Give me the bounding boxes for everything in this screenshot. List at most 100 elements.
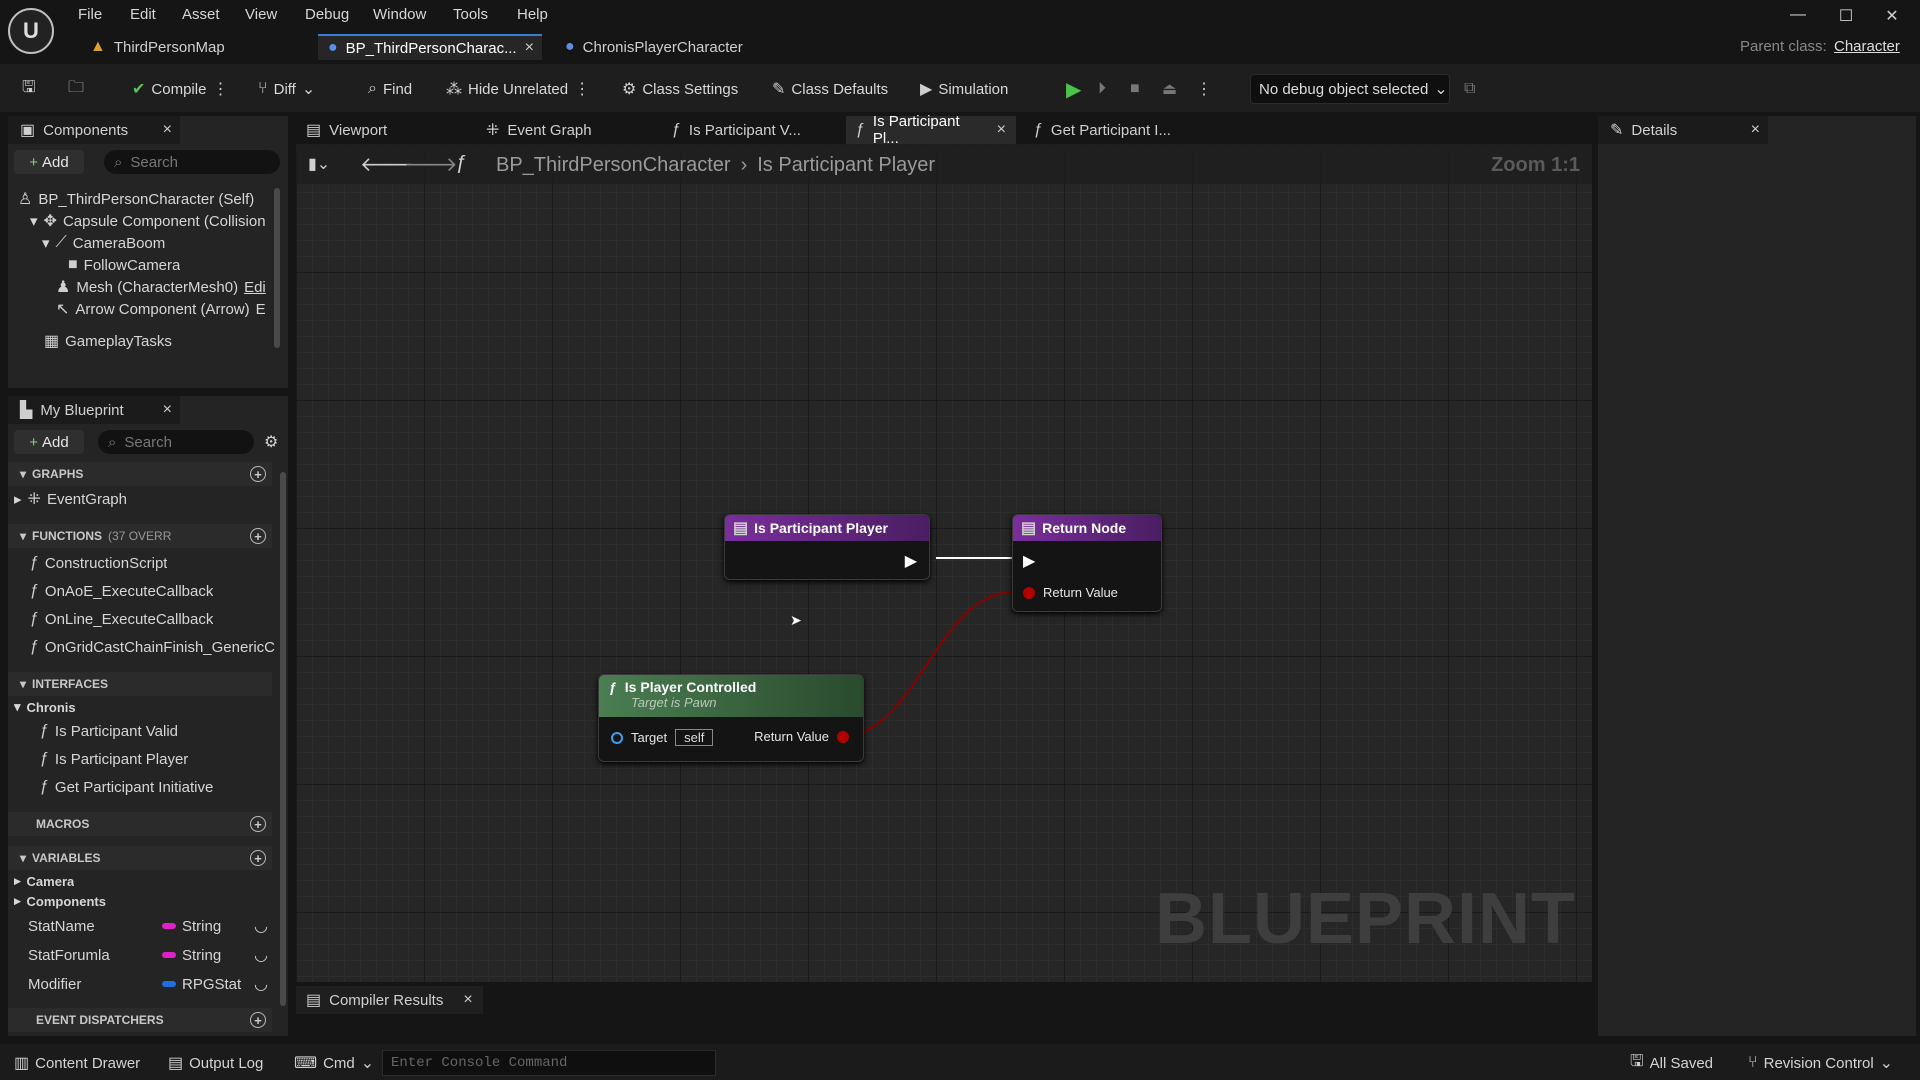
section-variables[interactable]: ▾ VARIABLES + <box>8 846 272 870</box>
tree-item-self[interactable]: ♙ BP_ThirdPersonCharacter (Self) <box>18 188 254 210</box>
return-value-pin[interactable]: Return Value <box>1023 585 1118 600</box>
step-icon[interactable]: ⏵ <box>1098 76 1106 102</box>
menu-tools[interactable]: Tools <box>453 6 488 23</box>
compile-button[interactable]: ✔ Compile ⋮ <box>132 76 228 102</box>
function-item[interactable]: ƒ OnLine_ExecuteCallback <box>30 608 213 630</box>
graph-canvas[interactable]: ▮⌄ 🡐 🡒 ƒ BP_ThirdPersonCharacter › Is Pa… <box>296 144 1592 982</box>
add-graph-icon[interactable]: + <box>250 466 266 482</box>
variable-row[interactable]: StatName String ◡ <box>28 914 278 938</box>
variable-row[interactable]: Modifier RPGStat ◡ <box>28 972 278 996</box>
node-entry[interactable]: ▤ Is Participant Player ▶ <box>724 514 930 580</box>
console-command-input[interactable]: Enter Console Command <box>382 1050 716 1076</box>
exec-in-pin-icon[interactable]: ▶ <box>1023 551 1035 571</box>
close-icon[interactable]: × <box>163 401 172 419</box>
section-event-dispatchers[interactable]: EVENT DISPATCHERS + <box>8 1008 272 1032</box>
tree-item-capsule[interactable]: ▾ ✥ Capsule Component (Collision <box>30 210 280 232</box>
node-return[interactable]: ▤ Return Node ▶ Return Value <box>1012 514 1162 612</box>
interface-item[interactable]: ƒ Is Participant Valid <box>40 720 178 742</box>
more-options-icon[interactable]: ⋮ <box>1196 76 1212 102</box>
section-macros[interactable]: MACROS + <box>8 812 272 836</box>
close-icon[interactable]: × <box>525 39 534 57</box>
hide-unrelated-button[interactable]: ⁂ Hide Unrelated ⋮ <box>446 76 590 102</box>
edit-link[interactable]: Edi <box>244 279 266 296</box>
add-member-button[interactable]: + Add <box>14 430 84 454</box>
minimize-icon[interactable]: — <box>1784 6 1812 26</box>
doc-tab-chronis[interactable]: ● ChronisPlayerCharacter <box>555 34 753 60</box>
node-is-player-controlled[interactable]: ƒ Is Player Controlled Target is Pawn Ta… <box>598 674 864 762</box>
add-dispatcher-icon[interactable]: + <box>250 1012 266 1028</box>
menu-asset[interactable]: Asset <box>182 6 220 23</box>
tab-event-graph[interactable]: ⁜ Event Graph <box>476 116 602 144</box>
output-log-button[interactable]: ▤ Output Log <box>168 1052 263 1074</box>
visibility-eye-icon[interactable]: ◡ <box>254 916 268 936</box>
details-tab[interactable]: ✎ Details × <box>1598 116 1768 144</box>
stop-icon[interactable]: ■ <box>1130 76 1140 102</box>
variable-group-camera[interactable]: ▸ Camera <box>14 870 74 892</box>
section-interfaces[interactable]: ▾ INTERFACES <box>8 672 272 696</box>
variable-row[interactable]: StatForumla String ◡ <box>28 943 278 967</box>
menu-help[interactable]: Help <box>517 6 548 23</box>
interface-item[interactable]: ƒ Is Participant Player <box>40 748 188 770</box>
add-macro-icon[interactable]: + <box>250 816 266 832</box>
find-button[interactable]: ⌕ Find <box>368 76 412 102</box>
doc-tab-map[interactable]: ▲ ThirdPersonMap <box>80 34 235 60</box>
debug-object-select[interactable]: No debug object selected ⌄ <box>1250 74 1450 104</box>
interface-item[interactable]: ƒ Get Participant Initiative <box>40 776 213 798</box>
menu-edit[interactable]: Edit <box>130 6 156 23</box>
class-settings-button[interactable]: ⚙ Class Settings <box>622 76 738 102</box>
graph-item-eventgraph[interactable]: ▸ ⁜ EventGraph <box>14 488 127 510</box>
tree-item-cameraboom[interactable]: ▾ ⟋ CameraBoom <box>42 232 165 254</box>
unreal-logo-icon[interactable]: U <box>8 8 54 54</box>
tab-is-participant-valid[interactable]: ƒ Is Participant V... <box>662 116 811 144</box>
eject-icon[interactable]: ⏏ <box>1162 76 1177 102</box>
browse-icon[interactable]: 🗀 <box>68 76 84 102</box>
menu-view[interactable]: View <box>245 6 277 23</box>
add-variable-icon[interactable]: + <box>250 850 266 866</box>
maximize-icon[interactable]: ☐ <box>1832 6 1860 26</box>
function-item[interactable]: ƒ OnGridCastChainFinish_GenericC <box>30 636 280 658</box>
class-defaults-button[interactable]: ✎ Class Defaults <box>772 76 888 102</box>
tree-item-mesh[interactable]: ♟ Mesh (CharacterMesh0) Edi <box>56 276 280 298</box>
play-icon[interactable]: ▶ <box>1066 76 1081 102</box>
compiler-results-tab[interactable]: ▤ Compiler Results × <box>296 986 483 1014</box>
all-saved-button[interactable]: 🖫 All Saved <box>1630 1052 1713 1074</box>
tab-viewport[interactable]: ▤ Viewport <box>296 116 397 144</box>
debug-filter-icon[interactable]: ⧉ <box>1464 76 1475 102</box>
interface-group[interactable]: ▾ Chronis <box>14 696 76 718</box>
edit-link[interactable]: E <box>256 301 266 318</box>
tree-item-gameplaytasks[interactable]: ▦ GameplayTasks <box>44 330 172 352</box>
add-function-icon[interactable]: + <box>250 528 266 544</box>
save-icon[interactable]: 🖫 <box>22 76 36 102</box>
menu-debug[interactable]: Debug <box>305 6 349 23</box>
function-item[interactable]: ƒ ConstructionScript <box>30 552 167 574</box>
cmd-dropdown[interactable]: ⌨ Cmd ⌄ <box>294 1052 374 1074</box>
blueprint-search-input[interactable]: ⌕ Search <box>98 430 254 454</box>
function-item[interactable]: ƒ OnAoE_ExecuteCallback <box>30 580 213 602</box>
target-self-field[interactable]: self <box>675 729 714 746</box>
section-graphs[interactable]: ▾ GRAPHS + <box>8 462 272 486</box>
revision-control-button[interactable]: ⑂ Revision Control ⌄ <box>1748 1052 1893 1074</box>
components-tab[interactable]: ▣ Components × <box>8 116 180 144</box>
variable-group-components[interactable]: ▸ Components <box>14 890 106 912</box>
add-component-button[interactable]: + Add <box>14 150 84 174</box>
exec-out-pin-icon[interactable]: ▶ <box>905 551 917 571</box>
my-blueprint-tab[interactable]: ▙ My Blueprint × <box>8 396 180 424</box>
blueprint-scrollbar[interactable] <box>280 472 286 1006</box>
close-icon[interactable]: × <box>463 991 472 1009</box>
parent-class-link[interactable]: Character <box>1834 38 1900 55</box>
doc-tab-blueprint[interactable]: ● BP_ThirdPersonCharac... × <box>318 34 542 60</box>
tab-get-participant-initiative[interactable]: ƒ Get Participant I... <box>1024 116 1181 144</box>
close-icon[interactable]: × <box>1751 121 1760 139</box>
visibility-eye-icon[interactable]: ◡ <box>254 945 268 965</box>
menu-window[interactable]: Window <box>373 6 426 23</box>
tree-item-arrow[interactable]: ↖ Arrow Component (Arrow) E <box>56 298 280 320</box>
tab-is-participant-player[interactable]: ƒ Is Participant Pl... × <box>846 113 1016 147</box>
section-functions[interactable]: ▾ FUNCTIONS (37 OVERR + <box>8 524 272 548</box>
components-scrollbar[interactable] <box>274 188 280 348</box>
close-window-icon[interactable]: ✕ <box>1878 6 1906 26</box>
visibility-eye-icon[interactable]: ◡ <box>254 974 268 994</box>
call-return-value-pin[interactable]: Return Value <box>754 729 849 744</box>
tree-item-followcamera[interactable]: ■ FollowCamera <box>68 254 180 276</box>
simulation-button[interactable]: ▶ Simulation <box>920 76 1008 102</box>
diff-button[interactable]: ⑂ Diff ⌄ <box>258 76 315 102</box>
